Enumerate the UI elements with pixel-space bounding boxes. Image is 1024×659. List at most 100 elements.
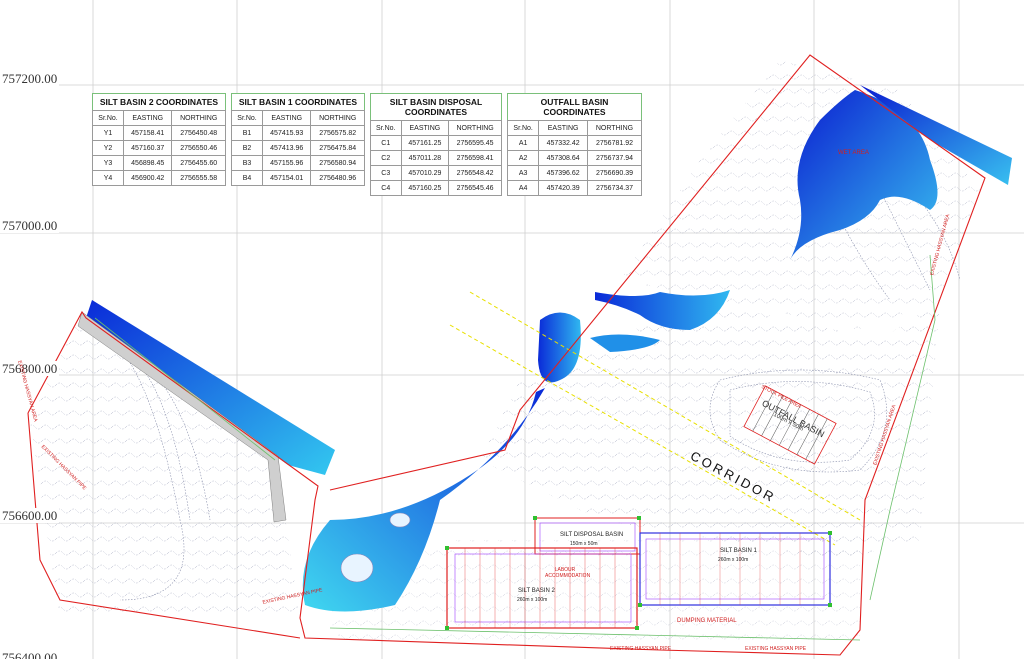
hassyan-pipe-bottom-label: EXISTING HASSYAN PIPE <box>745 646 807 652</box>
table-row: C4 457160.25 2756545.46 <box>370 180 502 196</box>
col-header: NORTHING <box>586 120 643 136</box>
col-header: Sr.No. <box>230 110 264 126</box>
outfall-basin-coordinates-table: OUTFALL BASIN COORDINATES Sr.No. EASTING N… <box>506 93 643 196</box>
table-title: OUTFALL BASIN COORDINATES <box>507 93 642 120</box>
table-row: Y4 456900.42 2756555.58 <box>91 170 226 186</box>
silt-basin-2-coordinates-table: SILT BASIN 2 COORDINATES Sr.No. EASTING NO… <box>91 93 226 186</box>
table-cell: 457010.29 <box>400 165 450 181</box>
northing-label: 757200.00 <box>0 71 60 86</box>
table-cell: 2756455.60 <box>171 155 226 171</box>
table-cell: 457155.96 <box>262 155 312 171</box>
table-cell: 457160.37 <box>123 140 173 156</box>
table-row: C1 457161.25 2756595.45 <box>370 135 502 151</box>
table-cell: Y3 <box>91 155 125 171</box>
silt-basin-1-coordinates-table: SILT BASIN 1 COORDINATES Sr.No. EASTING NO… <box>230 93 365 186</box>
col-header: Sr.No. <box>91 110 125 126</box>
table-cell: 457308.64 <box>538 150 588 166</box>
table-row: C2 457011.28 2756598.41 <box>370 150 502 166</box>
table-cell: 2756555.58 <box>171 170 226 186</box>
table-cell: 456898.45 <box>123 155 173 171</box>
table-cell: 2756690.39 <box>586 165 643 181</box>
col-header: NORTHING <box>171 110 226 126</box>
table-row: Y2 457160.37 2756550.46 <box>91 140 226 156</box>
table-row: B1 457415.93 2756575.82 <box>230 125 365 141</box>
col-header: EASTING <box>123 110 173 126</box>
table-cell: 457420.39 <box>538 180 588 196</box>
table-row: A2 457308.64 2756737.94 <box>506 150 643 166</box>
table-cell: 456900.42 <box>123 170 173 186</box>
table-row: B2 457413.96 2756475.84 <box>230 140 365 156</box>
labour-accommodation-label: LABOUR ACCOMMODATION <box>545 567 591 579</box>
table-cell: 457158.41 <box>123 125 173 141</box>
table-cell: Y4 <box>91 170 125 186</box>
table-cell: 457415.93 <box>262 125 312 141</box>
table-cell: 457332.42 <box>538 135 588 151</box>
table-cell: 457161.25 <box>400 135 450 151</box>
table-cell: A4 <box>506 180 540 196</box>
col-header: Sr.No. <box>370 120 402 136</box>
dumping-material-label: DUMPING MATERIAL <box>677 618 737 624</box>
silt-basin-2-dims: 260m x 100m <box>517 597 548 603</box>
table-cell: A3 <box>506 165 540 181</box>
table-cell: 457413.96 <box>262 140 312 156</box>
table-cell: 2756550.46 <box>171 140 226 156</box>
col-header: EASTING <box>538 120 588 136</box>
silt-basin-1-dims: 260m x 100m <box>718 557 749 563</box>
table-cell: 2756575.82 <box>310 125 365 141</box>
table-cell: 457011.28 <box>400 150 450 166</box>
silt-basin-2-label: SILT BASIN 2 <box>518 588 555 594</box>
table-cell: 2756545.46 <box>448 180 502 196</box>
table-cell: B2 <box>230 140 264 156</box>
col-header: NORTHING <box>448 120 502 136</box>
table-cell: B4 <box>230 170 264 186</box>
table-cell: 457396.62 <box>538 165 588 181</box>
northing-label: 756400.00 <box>0 650 60 659</box>
silt-basin-disposal-coordinates-table: SILT BASIN DISPOSAL COORDINATES Sr.No. EA… <box>370 93 502 196</box>
silt-basin-1-label: SILT BASIN 1 <box>720 548 757 554</box>
table-cell: B3 <box>230 155 264 171</box>
silt-disposal-label: SILT DISPOSAL BASIN <box>560 532 624 538</box>
silt-disposal-dims: 150m x 50m <box>570 541 598 547</box>
table-row: B4 457154.01 2756480.96 <box>230 170 365 186</box>
table-row: A4 457420.39 2756734.37 <box>506 180 643 196</box>
table-cell: Y1 <box>91 125 125 141</box>
table-cell: 2756595.45 <box>448 135 502 151</box>
table-cell: 2756475.84 <box>310 140 365 156</box>
col-header: EASTING <box>262 110 312 126</box>
table-cell: 457160.25 <box>400 180 450 196</box>
table-cell: 2756450.48 <box>171 125 226 141</box>
hassyan-pipe-bottom-label: EXISTING HASSYAN PIPE <box>610 646 672 652</box>
table-cell: A2 <box>506 150 540 166</box>
table-cell: B1 <box>230 125 264 141</box>
northing-label: 757000.00 <box>0 218 60 233</box>
table-row: C3 457010.29 2756548.42 <box>370 165 502 181</box>
table-cell: 2756734.37 <box>586 180 643 196</box>
table-title: SILT BASIN DISPOSAL COORDINATES <box>370 93 502 120</box>
col-header: Sr.No. <box>506 120 540 136</box>
table-row: Y3 456898.45 2756455.60 <box>91 155 226 171</box>
table-title: SILT BASIN 2 COORDINATES <box>92 93 226 110</box>
wet-area-label: WET AREA <box>838 150 869 156</box>
table-row: A3 457396.62 2756690.39 <box>506 165 643 181</box>
col-header: EASTING <box>400 120 450 136</box>
table-row: B3 457155.96 2756580.94 <box>230 155 365 171</box>
table-row: Y1 457158.41 2756450.48 <box>91 125 226 141</box>
table-cell: 2756598.41 <box>448 150 502 166</box>
table-row: A1 457332.42 2756781.92 <box>506 135 643 151</box>
table-cell: 457154.01 <box>262 170 312 186</box>
table-cell: 2756480.96 <box>310 170 365 186</box>
northing-label: 756800.00 <box>0 361 60 376</box>
table-cell: 2756737.94 <box>586 150 643 166</box>
table-cell: C2 <box>370 150 402 166</box>
table-title: SILT BASIN 1 COORDINATES <box>231 93 365 110</box>
table-cell: C4 <box>370 180 402 196</box>
table-cell: A1 <box>506 135 540 151</box>
col-header: NORTHING <box>310 110 365 126</box>
table-cell: C3 <box>370 165 402 181</box>
table-cell: C1 <box>370 135 402 151</box>
drawing-root: { "northings": ["757200.00","757000.00",… <box>0 0 1024 659</box>
table-cell: 2756548.42 <box>448 165 502 181</box>
table-cell: Y2 <box>91 140 125 156</box>
table-cell: 2756580.94 <box>310 155 365 171</box>
table-cell: 2756781.92 <box>586 135 643 151</box>
